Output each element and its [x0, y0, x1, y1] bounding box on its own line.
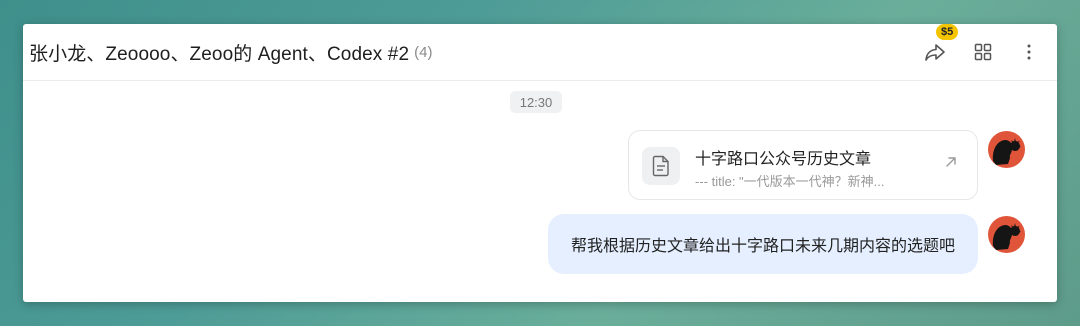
message-bubble: 帮我根据历史文章给出十字路口未来几期内容的选题吧: [548, 214, 978, 274]
more-button[interactable]: [1015, 38, 1043, 66]
chat-header: 张小龙、Zeoooo、Zeoo的 Agent、Codex #2 (4) $5: [23, 24, 1057, 81]
file-card-preview: --- title: "一代版本一代神？新神...: [695, 174, 885, 189]
layout-button[interactable]: [969, 38, 997, 66]
grid-icon: [974, 43, 992, 61]
document-icon: [642, 147, 680, 185]
open-external-icon[interactable]: [945, 155, 957, 173]
timestamp-pill: 12:30: [510, 91, 562, 113]
credit-badge: $5: [936, 24, 959, 40]
share-arrow-icon: [925, 44, 945, 61]
avatar[interactable]: [988, 216, 1025, 253]
file-card-title: 十字路口公众号历史文章: [695, 151, 872, 168]
member-count: (4): [414, 43, 433, 61]
more-vertical-icon: [1027, 44, 1031, 60]
chat-title: 张小龙、Zeoooo、Zeoo的 Agent、Codex #2: [29, 43, 410, 65]
share-button[interactable]: [921, 38, 949, 66]
avatar[interactable]: [988, 131, 1025, 168]
file-card[interactable]: 十字路口公众号历史文章 --- title: "一代版本一代神？新神...: [628, 130, 978, 200]
chat-window: 张小龙、Zeoooo、Zeoo的 Agent、Codex #2 (4) $5 1…: [23, 24, 1057, 302]
